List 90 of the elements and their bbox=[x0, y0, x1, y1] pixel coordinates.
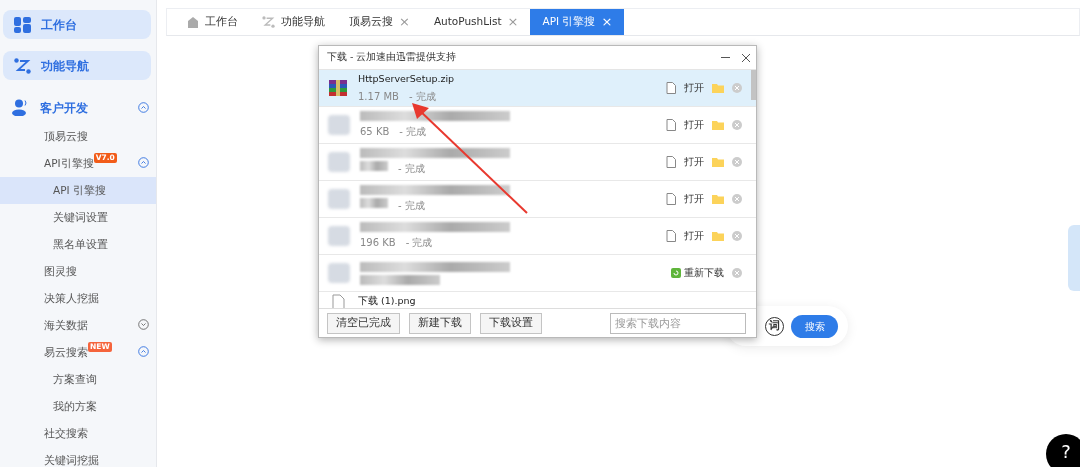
sidebar-item[interactable]: 图灵搜 bbox=[0, 258, 156, 285]
tab[interactable]: 顶易云搜 × bbox=[337, 9, 422, 35]
open-link[interactable]: 打开 bbox=[684, 80, 704, 96]
sidebar-card[interactable]: 工作台 bbox=[3, 10, 151, 39]
download-status: - 完成 bbox=[405, 236, 433, 250]
tab[interactable]: 功能导航 bbox=[250, 9, 337, 35]
blurred-icon bbox=[328, 115, 350, 135]
archive-icon bbox=[328, 79, 348, 97]
download-status: - 完成 bbox=[398, 199, 425, 213]
remove-icon bbox=[732, 231, 742, 241]
download-row[interactable]: 重新下载 bbox=[319, 255, 756, 292]
sidebar-item[interactable]: 顶易云搜 bbox=[0, 123, 156, 150]
remove-icon bbox=[732, 194, 742, 204]
dialog-title: 下载 - 云加速由迅雷提供支持 bbox=[327, 50, 457, 65]
remove-icon bbox=[732, 268, 742, 278]
blurred-icon bbox=[328, 263, 350, 283]
card-label: 功能导航 bbox=[41, 57, 89, 75]
section-header[interactable]: 客户开发 bbox=[0, 94, 156, 121]
tab[interactable]: AutoPushList × bbox=[421, 9, 531, 35]
download-status: - 完成 bbox=[398, 162, 425, 176]
card-label: 工作台 bbox=[41, 16, 77, 34]
sidebar-item[interactable]: 方案查询 bbox=[0, 366, 156, 393]
remove-icon bbox=[732, 120, 742, 130]
home-icon bbox=[187, 16, 199, 28]
close-icon bbox=[740, 52, 751, 63]
sidebar-item[interactable]: 决策人挖掘 bbox=[0, 285, 156, 312]
sidebar-item[interactable]: 黑名单设置 bbox=[0, 231, 156, 258]
open-link[interactable]: 打开 bbox=[684, 228, 704, 244]
folder-icon bbox=[712, 83, 724, 93]
folder-icon bbox=[712, 157, 724, 167]
blurred-icon bbox=[328, 226, 350, 246]
collapse-icon[interactable] bbox=[138, 346, 149, 357]
download-status: - 完成 bbox=[399, 125, 427, 139]
sidebar-card[interactable]: 功能导航 bbox=[3, 51, 151, 80]
sidebar-item[interactable]: API 引擎搜 bbox=[0, 177, 156, 204]
tab[interactable]: 工作台 bbox=[175, 9, 250, 35]
sidebar-item[interactable]: 关键词设置 bbox=[0, 204, 156, 231]
search-button[interactable]: 搜索 bbox=[791, 314, 838, 338]
open-link[interactable]: 打开 bbox=[684, 191, 704, 207]
folder-icon bbox=[712, 120, 724, 130]
download-row[interactable]: - 完成 打开 bbox=[319, 181, 756, 218]
file-name: HttpServerSetup.zip bbox=[358, 71, 456, 86]
remove-icon bbox=[732, 157, 742, 167]
blurred-icon bbox=[328, 152, 350, 172]
file-size: 65 KB bbox=[360, 125, 390, 139]
download-status: - 完成 bbox=[408, 90, 436, 105]
blurred-text bbox=[360, 161, 388, 171]
sidebar-item[interactable]: 关键词挖掘 bbox=[0, 447, 156, 467]
download-row[interactable]: 65 KB - 完成 打开 bbox=[319, 107, 756, 144]
dialog-button[interactable]: 下载设置 bbox=[480, 312, 542, 334]
user-icon bbox=[12, 99, 29, 116]
blurred-icon bbox=[328, 189, 350, 209]
minimize-icon bbox=[720, 57, 730, 58]
file-size: 196 KB bbox=[360, 236, 396, 250]
file-icon bbox=[666, 156, 676, 168]
download-row[interactable]: 196 KB - 完成 打开 bbox=[319, 218, 756, 255]
refresh-icon bbox=[671, 268, 682, 278]
collapse-icon[interactable] bbox=[138, 157, 149, 168]
scrollbar-thumb[interactable] bbox=[751, 70, 756, 100]
sidebar-item[interactable]: 我的方案 bbox=[0, 393, 156, 420]
redownload-link[interactable]: 重新下载 bbox=[671, 265, 724, 281]
search-field[interactable]: 搜索下载内容 bbox=[610, 312, 746, 334]
folder-icon bbox=[712, 231, 724, 241]
sidebar-item[interactable]: 海关数据 bbox=[0, 312, 156, 339]
file-icon bbox=[666, 230, 676, 242]
file-icon bbox=[666, 82, 676, 94]
route-icon bbox=[262, 16, 275, 28]
help-button[interactable]: ? bbox=[1046, 434, 1080, 467]
file-icon bbox=[666, 193, 676, 205]
side-handle[interactable] bbox=[1068, 225, 1080, 291]
dialog-button[interactable]: 清空已完成 bbox=[327, 312, 400, 334]
grid-icon bbox=[14, 16, 31, 33]
blurred-text bbox=[360, 198, 388, 208]
folder-icon bbox=[712, 194, 724, 204]
open-link[interactable]: 打开 bbox=[684, 117, 704, 133]
file-icon bbox=[666, 119, 676, 131]
close-icon[interactable]: × bbox=[601, 12, 613, 32]
download-row[interactable]: HttpServerSetup.zip 1.17 MB - 完成 打开 bbox=[319, 70, 756, 107]
sidebar-item[interactable]: 社交搜索 bbox=[0, 420, 156, 447]
download-row[interactable]: - 完成 打开 bbox=[319, 144, 756, 181]
tab[interactable]: API 引擎搜 × bbox=[530, 9, 625, 35]
expand-icon[interactable] bbox=[138, 319, 149, 330]
remove-icon bbox=[732, 83, 742, 93]
section-label: 客户开发 bbox=[40, 99, 88, 117]
open-link[interactable]: 打开 bbox=[684, 154, 704, 170]
file-name: 下载 (1).png bbox=[358, 294, 417, 308]
route-icon bbox=[14, 57, 31, 74]
dialog-button[interactable]: 新建下载 bbox=[409, 312, 471, 334]
file-size: 1.17 MB bbox=[358, 90, 399, 105]
collapse-icon[interactable] bbox=[138, 102, 149, 113]
